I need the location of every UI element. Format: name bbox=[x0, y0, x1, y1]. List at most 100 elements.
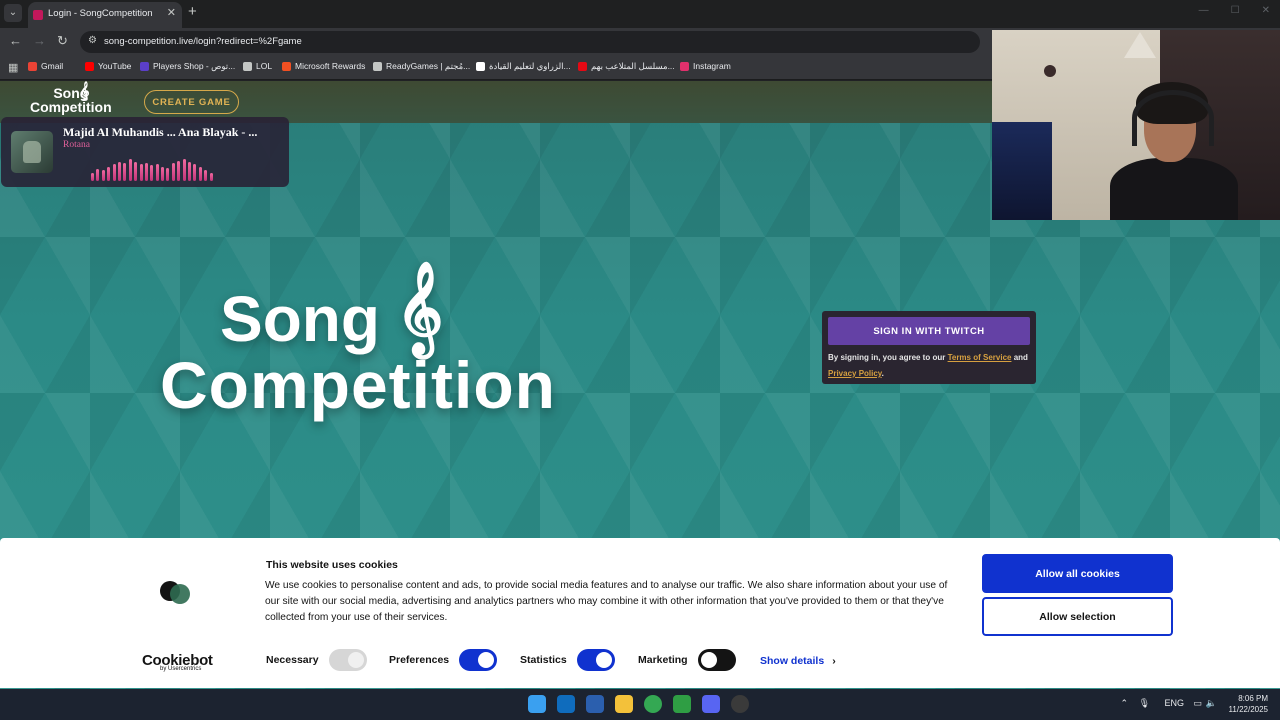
cookie-title: This website uses cookies bbox=[266, 559, 398, 571]
bookmark-item[interactable]: Gmail bbox=[28, 61, 63, 71]
taskbar-apps bbox=[528, 695, 749, 713]
discord-icon[interactable] bbox=[702, 695, 720, 713]
visualizer-bar bbox=[161, 167, 165, 181]
preferences-switch[interactable] bbox=[459, 649, 498, 671]
webcam-wall-dot bbox=[1044, 65, 1056, 77]
bookmark-item[interactable]: YouTube bbox=[85, 61, 131, 71]
new-tab-button[interactable]: + bbox=[188, 3, 197, 20]
volume-icon[interactable]: 🔈 bbox=[1206, 698, 1217, 709]
sign-in-with-twitch-button[interactable]: SIGN IN WITH TWITCH bbox=[828, 317, 1030, 345]
bookmark-item[interactable]: الزراوي لتعليم القيادة... bbox=[476, 61, 571, 72]
chrome-icon[interactable] bbox=[644, 695, 662, 713]
visualizer-bar bbox=[139, 164, 143, 181]
toggle-label: Marketing bbox=[638, 654, 688, 666]
bookmark-label: ReadyGames | مُجتم... bbox=[386, 61, 471, 71]
site-logo[interactable]: Song Competition 𝄞 bbox=[30, 81, 112, 115]
show-hidden-icons-icon[interactable]: ⌃ bbox=[1120, 698, 1128, 709]
bookmark-label: Microsoft Rewards bbox=[295, 61, 366, 71]
tab-title: Login - SongCompetition bbox=[48, 8, 153, 19]
terms-of-service-link[interactable]: Terms of Service bbox=[948, 353, 1012, 362]
visualizer-bar bbox=[198, 167, 202, 181]
create-game-button[interactable]: CREATE GAME bbox=[144, 90, 239, 114]
bookmark-label: Players Shop - توص... bbox=[153, 61, 236, 71]
visualizer-bar bbox=[150, 165, 154, 181]
visualizer-bar bbox=[171, 163, 175, 181]
series-icon bbox=[578, 62, 587, 71]
visualizer-bar bbox=[134, 162, 138, 181]
visualizer-bar bbox=[112, 164, 116, 181]
language-indicator[interactable]: ENG bbox=[1164, 698, 1184, 708]
youtube-icon bbox=[85, 61, 94, 71]
bookmark-item[interactable]: ReadyGames | مُجتم... bbox=[373, 61, 470, 72]
privacy-policy-link[interactable]: Privacy Policy bbox=[828, 369, 882, 378]
site-info-icon[interactable]: ⚙ bbox=[88, 35, 97, 46]
webcam-person-body bbox=[1110, 158, 1238, 220]
visualizer-bar bbox=[209, 173, 213, 181]
treble-clef-icon: 𝄞 bbox=[80, 81, 90, 100]
songcompetition-favicon-icon bbox=[33, 10, 43, 20]
network-icon[interactable]: ▭ bbox=[1193, 698, 1202, 709]
terms-prefix: By signing in, you agree to our bbox=[828, 353, 948, 362]
maximize-icon[interactable]: ☐ bbox=[1231, 5, 1240, 16]
visualizer-bar bbox=[128, 159, 132, 181]
bookmark-item[interactable]: Players Shop - توص... bbox=[140, 61, 235, 72]
file-explorer-icon[interactable] bbox=[615, 695, 633, 713]
visualizer-bar bbox=[193, 164, 197, 181]
apps-grid-icon[interactable]: ▦ bbox=[8, 61, 18, 74]
store-icon[interactable] bbox=[586, 695, 604, 713]
webcam-lamp bbox=[1124, 32, 1156, 58]
browser-tab-active[interactable]: Login - SongCompetition ✕ bbox=[28, 2, 182, 28]
window-controls: — ☐ ✕ bbox=[1199, 5, 1270, 16]
obs-icon[interactable] bbox=[731, 695, 749, 713]
toggle-label: Necessary bbox=[266, 654, 319, 666]
visualizer-bar bbox=[123, 163, 127, 181]
xbox-icon[interactable] bbox=[673, 695, 691, 713]
statistics-switch[interactable] bbox=[576, 649, 615, 671]
now-playing-widget: Majid Al Muhandis ... Ana Blayak - ... R… bbox=[1, 117, 289, 187]
chevron-right-icon: › bbox=[832, 655, 836, 667]
back-icon[interactable]: ← bbox=[9, 33, 22, 48]
now-playing-artist: Rotana bbox=[63, 140, 90, 150]
bookmark-item[interactable]: Microsoft Rewards bbox=[282, 61, 365, 71]
visualizer-bar bbox=[177, 161, 181, 181]
visualizer-bar bbox=[96, 169, 100, 181]
bookmark-label: Gmail bbox=[41, 61, 64, 71]
microsoft-icon bbox=[282, 61, 291, 71]
bookmark-item[interactable]: Instagram bbox=[680, 61, 731, 71]
terms-suffix: . bbox=[881, 369, 884, 378]
allow-selection-button[interactable]: Allow selection bbox=[982, 597, 1173, 636]
close-tab-icon[interactable]: ✕ bbox=[167, 6, 176, 19]
show-details-link[interactable]: Show details › bbox=[760, 655, 836, 667]
close-window-icon[interactable]: ✕ bbox=[1262, 5, 1270, 16]
browser-tabstrip: ⌄ Login - SongCompetition ✕ + — ☐ ✕ bbox=[0, 0, 1280, 28]
microphone-icon[interactable]: 🎙 bbox=[1139, 698, 1150, 709]
bookmark-item[interactable]: LOL bbox=[243, 61, 272, 71]
windows-start-icon[interactable] bbox=[528, 695, 546, 713]
bookmark-label: مسلسل المتلاعب بهم... bbox=[591, 61, 675, 71]
clock[interactable]: 8:06 PM 11/22/2025 bbox=[1229, 693, 1268, 715]
clock-date: 11/22/2025 bbox=[1228, 705, 1268, 714]
bookmark-label: الزراوي لتعليم القيادة... bbox=[489, 61, 571, 71]
bookmark-item[interactable]: مسلسل المتلاعب بهم... bbox=[578, 61, 675, 72]
gmail-icon bbox=[28, 61, 37, 71]
toggle-label: Preferences bbox=[389, 654, 450, 666]
marketing-switch[interactable] bbox=[697, 649, 736, 671]
visualizer-bar bbox=[91, 173, 94, 181]
visualizer-bar bbox=[182, 159, 186, 181]
webcam-headset bbox=[1132, 90, 1214, 146]
reload-icon[interactable]: ↻ bbox=[57, 33, 68, 49]
forward-icon[interactable]: → bbox=[33, 33, 46, 48]
cookie-banner: Cookiebot by Usercentrics This website u… bbox=[0, 538, 1280, 688]
toggle-label: Statistics bbox=[520, 654, 567, 666]
tab-search-button[interactable]: ⌄ bbox=[4, 4, 22, 22]
album-art bbox=[11, 131, 53, 173]
driving-school-icon bbox=[476, 62, 485, 71]
minimize-icon[interactable]: — bbox=[1199, 5, 1209, 16]
bookmark-label: YouTube bbox=[98, 61, 132, 71]
outlook-icon[interactable] bbox=[557, 695, 575, 713]
allow-all-cookies-button[interactable]: Allow all cookies bbox=[982, 554, 1173, 593]
visualizer-bar bbox=[155, 164, 159, 181]
readygames-icon bbox=[373, 62, 382, 71]
visualizer-bar bbox=[117, 162, 121, 181]
address-bar[interactable]: ⚙ song-competition.live/login?redirect=%… bbox=[80, 31, 980, 53]
